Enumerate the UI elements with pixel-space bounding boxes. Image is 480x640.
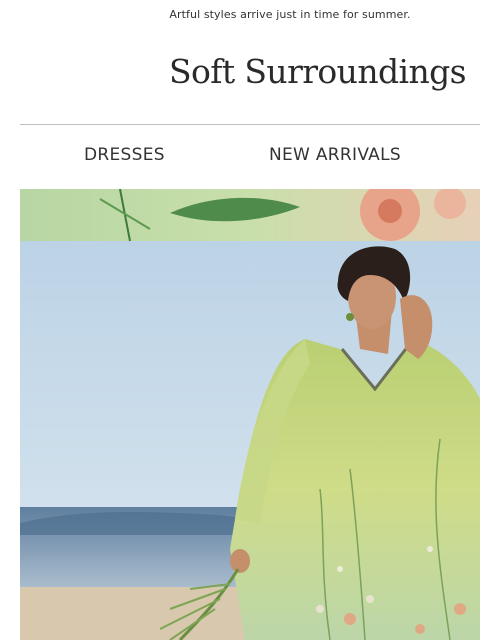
hero-illustration [20, 189, 480, 640]
brand-logo[interactable]: Soft Surroundings [169, 52, 467, 91]
nav-link-dresses[interactable]: DRESSES [84, 140, 165, 170]
nav-link-new-arrivals[interactable]: NEW ARRIVALS [269, 140, 401, 170]
hand [230, 549, 250, 573]
header-divider [20, 124, 480, 125]
flower-center-shape [378, 199, 402, 223]
earring [346, 313, 354, 321]
preheader-text[interactable]: Artful styles arrive just in time for su… [0, 8, 480, 21]
hero-image[interactable] [20, 189, 480, 640]
main-nav: DRESSES NEW ARRIVALS [20, 140, 480, 172]
